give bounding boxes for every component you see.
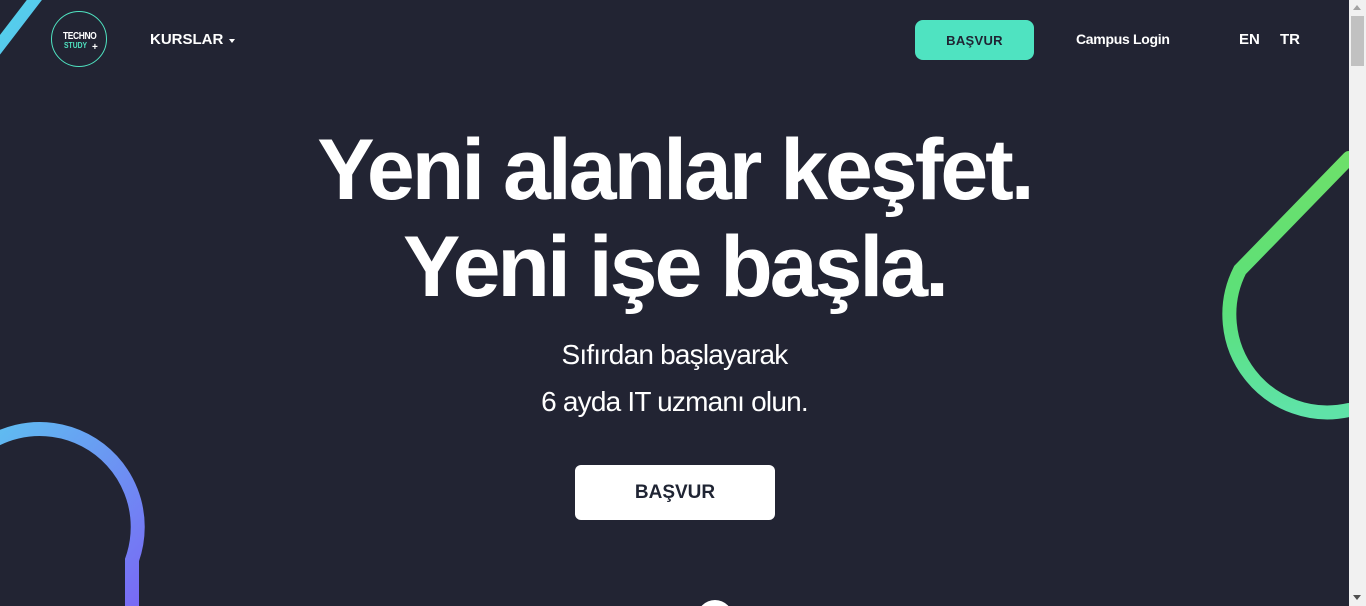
- header-apply-button[interactable]: BAŞVUR: [915, 20, 1034, 60]
- campus-login-link[interactable]: Campus Login: [1076, 31, 1170, 47]
- courses-label: KURSLAR: [150, 31, 224, 48]
- logo-plus: +: [92, 42, 98, 53]
- hero-headline-line2: Yeni işe başla.: [402, 219, 949, 315]
- courses-dropdown[interactable]: KURSLAR: [150, 31, 236, 48]
- hero-subtitle-line2: 6 ayda IT uzmanı olun.: [541, 386, 809, 417]
- vertical-scrollbar[interactable]: [1349, 0, 1366, 606]
- scroll-up-arrow-icon[interactable]: [1353, 5, 1361, 10]
- scrollbar-thumb[interactable]: [1351, 16, 1364, 66]
- caret-down-icon: [229, 38, 236, 43]
- logo-text-study: STUDY: [64, 41, 88, 50]
- language-tr[interactable]: TR: [1280, 31, 1300, 48]
- hero-headline-line1: Yeni alanlar keşfet.: [317, 122, 1034, 218]
- techno-study-logo[interactable]: TECHNO STUDY +: [51, 11, 107, 67]
- language-en[interactable]: EN: [1239, 31, 1260, 48]
- hero-subtitle-line1: Sıfırdan başlayarak: [561, 339, 788, 370]
- page: TECHNO STUDY + KURSLAR BAŞVUR Campus Log…: [0, 0, 1366, 606]
- blue-arc: [0, 422, 145, 606]
- scroll-down-arrow-icon[interactable]: [1353, 595, 1361, 600]
- top-left-arc: [0, 0, 42, 55]
- hero-apply-button[interactable]: BAŞVUR: [575, 465, 775, 520]
- viewport: TECHNO STUDY + KURSLAR BAŞVUR Campus Log…: [0, 0, 1349, 606]
